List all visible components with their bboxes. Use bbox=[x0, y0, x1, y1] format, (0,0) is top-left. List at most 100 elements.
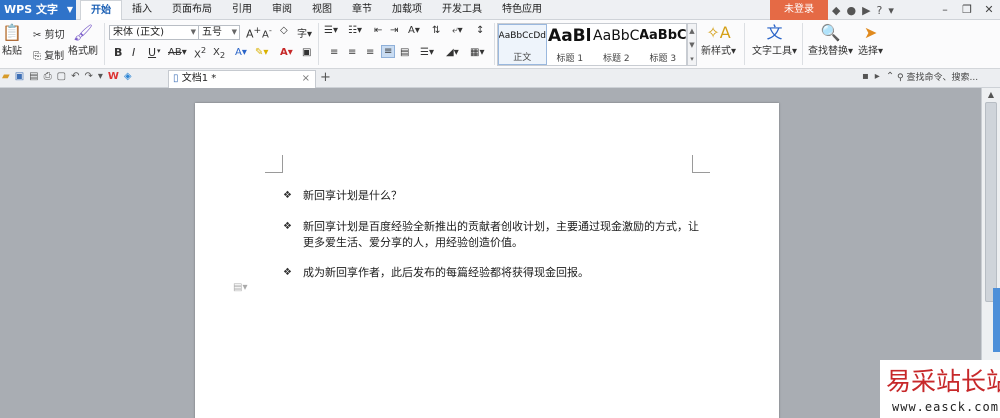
scissors-icon: ✂ bbox=[33, 30, 42, 41]
find-replace-button[interactable]: 🔍 查找替换▾ bbox=[808, 24, 853, 58]
italic-button[interactable]: I bbox=[132, 46, 135, 59]
tab-special[interactable]: 特色应用 bbox=[492, 0, 552, 20]
tab-references[interactable]: 引用 bbox=[222, 0, 262, 20]
print-icon[interactable]: ⎙ bbox=[44, 71, 52, 82]
paste-button[interactable]: 📋 粘贴 bbox=[2, 24, 22, 58]
tab-section[interactable]: 章节 bbox=[342, 0, 382, 20]
outdent-icon[interactable]: ⇤ bbox=[374, 25, 382, 36]
wps-logo-icon[interactable]: W bbox=[108, 71, 119, 82]
align-right-icon[interactable]: ≡ bbox=[366, 47, 374, 58]
restore-button[interactable]: ❐ bbox=[956, 0, 978, 20]
list-item[interactable]: ❖ 新回享计划是百度经验全新推出的贡献者创收计划，主要通过现金激励的方式，让更多… bbox=[283, 219, 703, 251]
underline-button[interactable]: U bbox=[148, 46, 156, 59]
style-normal[interactable]: AaBbCcDd 正文 bbox=[498, 24, 547, 65]
subscript-icon[interactable]: X2 bbox=[213, 47, 225, 60]
scroll-thumb[interactable] bbox=[985, 102, 997, 302]
bold-button[interactable]: B bbox=[114, 46, 122, 59]
cut-button[interactable]: ✂ 剪切 bbox=[33, 26, 65, 41]
new-tab-button[interactable]: + bbox=[320, 70, 331, 86]
login-button[interactable]: 未登录 bbox=[770, 0, 828, 20]
chinese-layout-icon[interactable]: A▾ bbox=[408, 25, 420, 36]
tab-developer[interactable]: 开发工具 bbox=[432, 0, 492, 20]
cube-icon[interactable]: ◈ bbox=[124, 71, 132, 82]
close-icon[interactable]: × bbox=[302, 71, 310, 87]
help-icon[interactable]: ? bbox=[877, 4, 883, 17]
distribute-icon[interactable]: ▤ bbox=[400, 47, 409, 58]
tab-document[interactable]: ▯ 文档1 * × bbox=[168, 70, 316, 88]
cursor-icon: ➤ bbox=[863, 23, 878, 42]
title-icons: ◆ ● ▶ ? ▾ bbox=[832, 0, 894, 20]
close-button[interactable]: ✕ bbox=[978, 0, 1000, 20]
strikethrough-icon[interactable]: AB▾ bbox=[168, 47, 187, 58]
toolbar-right-icons: ▪ ▸ ⌃ bbox=[862, 71, 894, 82]
font-color-icon[interactable]: A▾ bbox=[280, 47, 293, 58]
style-heading-1[interactable]: AaBl 标题 1 bbox=[547, 24, 594, 65]
number-list-icon[interactable]: ☷▾ bbox=[348, 25, 362, 36]
tab-home[interactable]: 开始 bbox=[80, 0, 122, 21]
style-name: 标题 3 bbox=[649, 54, 677, 64]
chevron-down-icon[interactable]: ▾ bbox=[888, 4, 894, 17]
font-name-select[interactable]: 宋体 (正文) ▼ bbox=[109, 25, 199, 40]
comment-icon[interactable]: ▪ bbox=[862, 71, 869, 82]
justify-icon[interactable]: ≡ bbox=[381, 45, 396, 58]
minimize-button[interactable]: – bbox=[934, 0, 956, 20]
format-painter-button[interactable]: 🖌 格式刷 bbox=[68, 24, 98, 58]
command-search[interactable]: ⚲ 查找命令、搜索... bbox=[897, 71, 997, 86]
sort-icon[interactable]: ⇅ bbox=[432, 25, 440, 36]
tab-review[interactable]: 审阅 bbox=[262, 0, 302, 20]
document-icon: ▯ bbox=[173, 73, 179, 84]
chevron-up-icon[interactable]: ⌃ bbox=[886, 71, 894, 82]
copy-button[interactable]: ⎘ 复制 bbox=[33, 47, 64, 62]
tab-page-layout[interactable]: 页面布局 bbox=[162, 0, 222, 20]
new-style-button[interactable]: ✧A 新样式▾ bbox=[701, 24, 736, 58]
style-heading-2[interactable]: AaBbC 标题 2 bbox=[593, 24, 640, 65]
char-border-icon[interactable]: ▣ bbox=[302, 47, 311, 58]
redo-icon[interactable]: ↷ bbox=[84, 71, 92, 82]
spacing-icon[interactable]: ☰▾ bbox=[420, 47, 434, 58]
align-left-icon[interactable]: ≡ bbox=[330, 47, 338, 58]
text-effect-icon[interactable]: A▾ bbox=[235, 47, 247, 58]
gallery-scroll[interactable]: ▲ ▼ ▾ bbox=[687, 23, 697, 66]
align-center-icon[interactable]: ≡ bbox=[348, 47, 356, 58]
chevron-down-icon[interactable]: ▾ bbox=[98, 71, 103, 82]
shrink-font-button[interactable]: A- bbox=[262, 25, 272, 40]
clear-format-icon[interactable]: ◇ bbox=[280, 25, 288, 36]
select-button[interactable]: ➤ 选择▾ bbox=[858, 23, 883, 58]
superscript-icon[interactable]: X2 bbox=[194, 45, 206, 60]
tab-addins[interactable]: 加载项 bbox=[382, 0, 432, 20]
text-tools-button[interactable]: 文 文字工具▾ bbox=[752, 24, 797, 58]
border-icon[interactable]: ▦▾ bbox=[470, 47, 484, 58]
export-icon[interactable]: ▤ bbox=[29, 71, 38, 82]
list-item[interactable]: ❖ 成为新回享作者，此后发布的每篇经验都将获得现金回报。 bbox=[283, 265, 703, 281]
font-size-value: 五号 bbox=[202, 27, 222, 38]
save-icon[interactable]: ▣ bbox=[15, 71, 24, 82]
skin-icon[interactable]: ◆ bbox=[832, 4, 840, 17]
grow-font-button[interactable]: A+ bbox=[246, 25, 261, 41]
share-icon[interactable]: ▶ bbox=[862, 4, 870, 17]
app-menu-button[interactable]: WPS 文字 ▼ bbox=[0, 0, 76, 20]
list-item-text: 新回享计划是什么？ bbox=[303, 189, 402, 202]
side-panel-tab[interactable] bbox=[993, 288, 1000, 352]
highlight-icon[interactable]: ✎▾ bbox=[255, 47, 268, 58]
pin-icon[interactable]: ▸ bbox=[875, 71, 880, 82]
settings-icon[interactable]: ● bbox=[846, 4, 856, 17]
bullet-list-icon[interactable]: ☰▾ bbox=[324, 25, 338, 36]
scroll-up-icon[interactable]: ▲ bbox=[982, 88, 1000, 102]
tab-view[interactable]: 视图 bbox=[302, 0, 342, 20]
font-size-select[interactable]: 五号 ▼ bbox=[198, 25, 240, 40]
line-spacing-icon[interactable]: ↕ bbox=[476, 25, 484, 36]
open-icon[interactable]: ▰ bbox=[2, 71, 10, 82]
tab-insert[interactable]: 插入 bbox=[122, 0, 162, 20]
bullet-icon: ❖ bbox=[283, 267, 292, 278]
document-page[interactable]: ❖ 新回享计划是什么？ ❖ 新回享计划是百度经验全新推出的贡献者创收计划，主要通… bbox=[195, 103, 779, 418]
shading-icon[interactable]: ◢▾ bbox=[446, 47, 459, 58]
style-heading-3[interactable]: AaBbC 标题 3 bbox=[640, 24, 687, 65]
show-hide-icon[interactable]: ⤶▾ bbox=[452, 25, 463, 36]
list-item[interactable]: ❖ 新回享计划是什么？ bbox=[283, 188, 703, 204]
paste-options-icon[interactable]: ▤▾ bbox=[233, 282, 247, 293]
undo-icon[interactable]: ↶ bbox=[71, 71, 79, 82]
chevron-down-icon[interactable]: ▾ bbox=[157, 47, 161, 55]
phonetic-icon[interactable]: 字▾ bbox=[297, 25, 312, 40]
preview-icon[interactable]: ▢ bbox=[57, 71, 66, 82]
indent-icon[interactable]: ⇥ bbox=[390, 25, 398, 36]
